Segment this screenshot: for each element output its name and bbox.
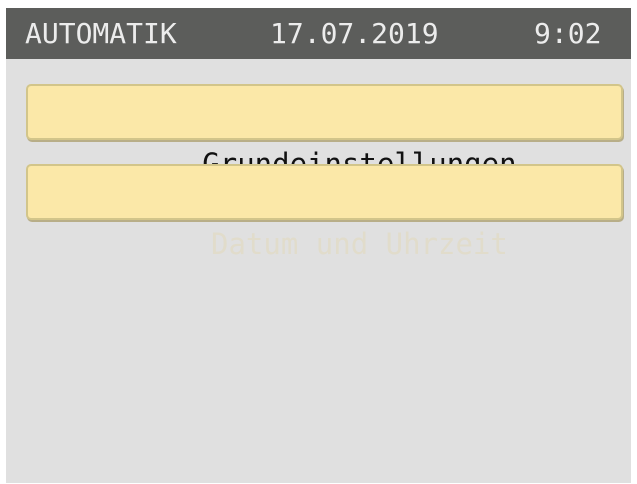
time-display: 9:02	[534, 17, 602, 50]
datum-uhrzeit-label: Datum und Uhrzeit	[211, 227, 508, 261]
datum-uhrzeit-button[interactable]: Datum und Uhrzeit	[26, 164, 623, 261]
display-screen: AUTOMATIK 17.07.2019 9:02 Grundeinstellu…	[6, 8, 631, 483]
grundeinstellungen-button[interactable]: Grundeinstellungen	[26, 84, 623, 181]
status-bar: AUTOMATIK 17.07.2019 9:02	[6, 8, 631, 59]
mode-label: AUTOMATIK	[25, 17, 177, 50]
date-display: 17.07.2019	[270, 17, 439, 50]
